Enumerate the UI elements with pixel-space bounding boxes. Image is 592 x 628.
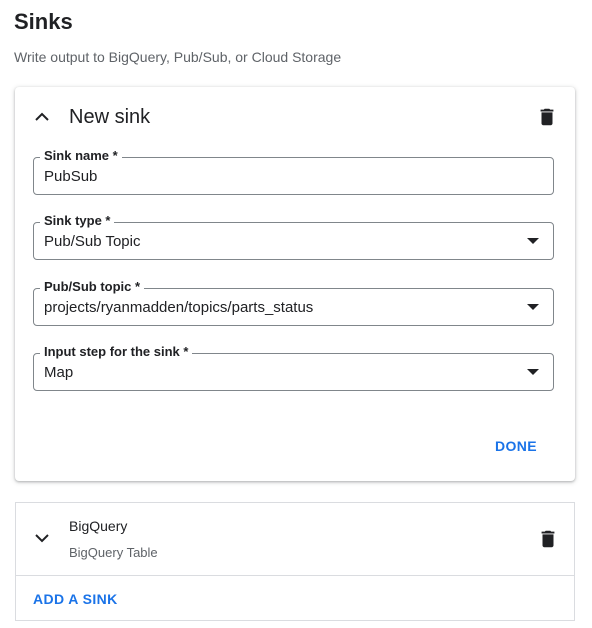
pubsub-topic-value: projects/ryanmadden/topics/parts_status — [44, 299, 314, 316]
sink-name-value: PubSub — [44, 168, 98, 185]
add-sink-button[interactable]: ADD A SINK — [33, 591, 118, 607]
caret-down-icon[interactable] — [527, 369, 539, 375]
sink-name-field[interactable]: Sink name * PubSub — [33, 148, 554, 195]
sink-type-value: Pub/Sub Topic — [44, 233, 141, 250]
sink-list: BigQuery BigQuery Table ADD A SINK — [15, 502, 575, 621]
sink-type-select[interactable]: Sink type * Pub/Sub Topic — [33, 213, 554, 260]
done-button[interactable]: DONE — [481, 434, 551, 458]
caret-down-icon[interactable] — [527, 304, 539, 310]
sink-type-label: Sink type * — [40, 213, 115, 229]
pubsub-topic-label: Pub/Sub topic * — [40, 279, 145, 295]
sink-item-title: BigQuery — [69, 518, 128, 534]
trash-icon[interactable] — [537, 528, 559, 550]
sink-item-subtitle: BigQuery Table — [69, 545, 158, 560]
list-item[interactable]: BigQuery BigQuery Table — [16, 503, 574, 576]
trash-icon[interactable] — [536, 106, 558, 128]
pubsub-topic-select[interactable]: Pub/Sub topic * projects/ryanmadden/topi… — [33, 279, 554, 326]
input-step-label: Input step for the sink * — [40, 344, 193, 360]
caret-down-icon[interactable] — [527, 238, 539, 244]
chevron-up-icon[interactable] — [33, 108, 51, 126]
new-sink-header: New sink — [15, 87, 575, 147]
chevron-down-icon[interactable] — [33, 529, 51, 547]
input-step-value: Map — [44, 364, 74, 381]
page-title: Sinks — [14, 9, 73, 34]
new-sink-card: New sink Sink name * PubSub Sink type * … — [15, 87, 575, 481]
sink-name-label: Sink name * — [40, 148, 122, 164]
page-subtitle: Write output to BigQuery, Pub/Sub, or Cl… — [14, 49, 342, 65]
new-sink-title: New sink — [69, 106, 151, 128]
input-step-select[interactable]: Input step for the sink * Map — [33, 344, 554, 391]
